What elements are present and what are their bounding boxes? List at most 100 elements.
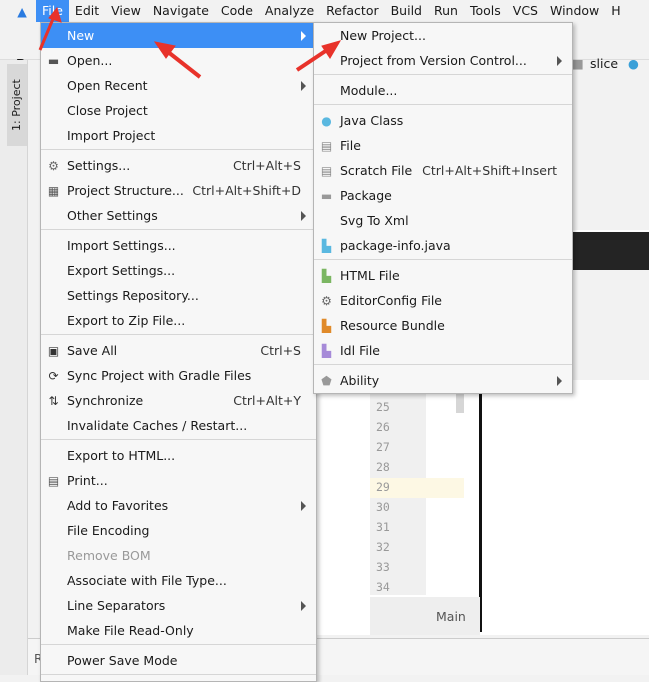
new-submenu: New Project... Project from Version Contr… bbox=[313, 22, 573, 394]
menu-item-ability[interactable]: ⬟ Ability bbox=[314, 368, 572, 393]
shortcut: Ctrl+Alt+Shift+Insert bbox=[422, 163, 557, 178]
menu-item-line-separators[interactable]: Line Separators bbox=[41, 593, 316, 618]
dark-panel bbox=[572, 230, 649, 270]
java-class-icon: ● bbox=[321, 113, 332, 128]
line-number: 28 bbox=[376, 460, 390, 474]
menu-run[interactable]: Run bbox=[428, 0, 464, 22]
submenu-arrow-icon bbox=[301, 210, 306, 221]
menu-view[interactable]: View bbox=[105, 0, 147, 22]
menu-item-java-class[interactable]: ● Java Class bbox=[314, 108, 572, 133]
menu-file[interactable]: File bbox=[36, 0, 69, 22]
menu-item-editorconfig-file[interactable]: ⚙ EditorConfig File bbox=[314, 288, 572, 313]
submenu-arrow-icon bbox=[301, 30, 306, 41]
menu-build[interactable]: Build bbox=[385, 0, 428, 22]
menu-item-label: Idl File bbox=[340, 343, 380, 358]
menu-item-synchronize[interactable]: ⇅ Synchronize Ctrl+Alt+Y bbox=[41, 388, 316, 413]
package-icon: ▬ bbox=[320, 188, 333, 203]
menu-item-label: Open... bbox=[67, 53, 113, 68]
menu-vcs[interactable]: VCS bbox=[507, 0, 544, 22]
menu-item-open[interactable]: ▬ Open... bbox=[41, 48, 316, 73]
menu-item-add-to-favorites[interactable]: Add to Favorites bbox=[41, 493, 316, 518]
menu-item-resource-bundle[interactable]: ▙ Resource Bundle bbox=[314, 313, 572, 338]
menu-tools[interactable]: Tools bbox=[464, 0, 507, 22]
main-tab[interactable]: Main bbox=[436, 609, 466, 624]
project-tool-tab[interactable]: 1: Project bbox=[7, 64, 27, 146]
menu-item-package-info-java[interactable]: ▙ package-info.java bbox=[314, 233, 572, 258]
menu-item-label: Resource Bundle bbox=[340, 318, 445, 333]
menu-h[interactable]: H bbox=[605, 0, 626, 22]
menu-item-package[interactable]: ▬ Package bbox=[314, 183, 572, 208]
menu-item-project-structure[interactable]: ▦ Project Structure... Ctrl+Alt+Shift+D bbox=[41, 178, 316, 203]
menu-item-file-encoding[interactable]: File Encoding bbox=[41, 518, 316, 543]
menu-bar: ▲ File Edit View Navigate Code Analyze Refacto… bbox=[0, 0, 649, 22]
line-number: 34 bbox=[376, 580, 390, 594]
menu-item-sync-project-with-gradle-files[interactable]: ⟳ Sync Project with Gradle Files bbox=[41, 363, 316, 388]
menu-code[interactable]: Code bbox=[215, 0, 259, 22]
menu-item-label: Package bbox=[340, 188, 392, 203]
menu-item-settings[interactable]: ⚙ Settings... Ctrl+Alt+S bbox=[41, 153, 316, 178]
menu-item-file[interactable]: ▤ File bbox=[314, 133, 572, 158]
menu-item-idl-file[interactable]: ▙ Idl File bbox=[314, 338, 572, 363]
menu-item-scratch-file[interactable]: ▤ Scratch File Ctrl+Alt+Shift+Insert bbox=[314, 158, 572, 183]
menu-item-new-project[interactable]: New Project... bbox=[314, 23, 572, 48]
save-icon: ▣ bbox=[47, 343, 60, 358]
project-structure-icon: ▦ bbox=[47, 183, 60, 198]
sync-icon: ⟳ bbox=[48, 368, 59, 383]
menu-item-label: Export to HTML... bbox=[67, 448, 176, 463]
menu-item-label: Svg To Xml bbox=[340, 213, 409, 228]
menu-item-label: Java Class bbox=[340, 113, 404, 128]
line-number: 32 bbox=[376, 540, 390, 554]
gear-icon: ⚙ bbox=[48, 158, 59, 173]
menu-item-power-save-mode[interactable]: Power Save Mode bbox=[41, 648, 316, 673]
menu-item-print[interactable]: ▤ Print... bbox=[41, 468, 316, 493]
shortcut: Ctrl+S bbox=[260, 343, 301, 358]
menu-item-open-recent[interactable]: Open Recent bbox=[41, 73, 316, 98]
menu-item-label: Associate with File Type... bbox=[67, 573, 227, 588]
menu-refactor[interactable]: Refactor bbox=[320, 0, 384, 22]
editor-area[interactable] bbox=[316, 380, 649, 635]
menu-item-html-file[interactable]: ▙ HTML File bbox=[314, 263, 572, 288]
line-number: 25 bbox=[376, 400, 390, 414]
menu-item-export-settings[interactable]: Export Settings... bbox=[41, 258, 316, 283]
menu-item-label: Export Settings... bbox=[67, 263, 176, 278]
menu-item-label: Add to Favorites bbox=[67, 498, 169, 513]
menu-item-save-all[interactable]: ▣ Save All Ctrl+S bbox=[41, 338, 316, 363]
menu-item-svg-to-xml[interactable]: Svg To Xml bbox=[314, 208, 572, 233]
menu-item-export-to-zip-file[interactable]: Export to Zip File... bbox=[41, 308, 316, 333]
line-number: 30 bbox=[376, 500, 390, 514]
file-menu: New ▬ Open... Open Recent Close Project Impor… bbox=[40, 22, 317, 682]
menu-item-other-settings[interactable]: Other Settings bbox=[41, 203, 316, 228]
menu-item-make-file-read-only[interactable]: Make File Read-Only bbox=[41, 618, 316, 643]
line-number: 26 bbox=[376, 420, 390, 434]
menu-navigate[interactable]: Navigate bbox=[147, 0, 215, 22]
menu-item-import-project[interactable]: Import Project bbox=[41, 123, 316, 148]
menu-item-label: Other Settings bbox=[67, 208, 158, 223]
menu-item-label: Make File Read-Only bbox=[67, 623, 194, 638]
menu-item-new[interactable]: New bbox=[41, 23, 316, 48]
menu-item-label: Export to Zip File... bbox=[67, 313, 186, 328]
menu-window[interactable]: Window bbox=[544, 0, 605, 22]
ability-icon: ⬟ bbox=[321, 373, 332, 388]
menu-item-associate-with-file-type[interactable]: Associate with File Type... bbox=[41, 568, 316, 593]
menu-item-module[interactable]: Module... bbox=[314, 78, 572, 103]
menu-item-label: Ability bbox=[340, 373, 380, 388]
menu-item-import-settings[interactable]: Import Settings... bbox=[41, 233, 316, 258]
menu-item-label: Sync Project with Gradle Files bbox=[67, 368, 252, 383]
menu-item-label: Print... bbox=[67, 473, 108, 488]
menu-item-label: Power Save Mode bbox=[67, 653, 178, 668]
menu-item-label: New bbox=[67, 28, 95, 43]
menu-item-label: Module... bbox=[340, 83, 398, 98]
menu-item-project-from-version-control[interactable]: Project from Version Control... bbox=[314, 48, 572, 73]
menu-item-export-to-html[interactable]: Export to HTML... bbox=[41, 443, 316, 468]
menu-analyze[interactable]: Analyze bbox=[259, 0, 320, 22]
submenu-arrow-icon bbox=[301, 500, 306, 511]
breadcrumb-slice[interactable]: slice bbox=[590, 56, 618, 71]
app-logo-icon: ▲ bbox=[17, 3, 27, 19]
menu-item-invalidate-caches-restart[interactable]: Invalidate Caches / Restart... bbox=[41, 413, 316, 438]
menu-item-close-project[interactable]: Close Project bbox=[41, 98, 316, 123]
menu-item-label: Save All bbox=[67, 343, 118, 358]
menu-item-label: Import Project bbox=[67, 128, 156, 143]
menu-item-settings-repository[interactable]: Settings Repository... bbox=[41, 283, 316, 308]
menu-item-label: Settings... bbox=[67, 158, 131, 173]
menu-edit[interactable]: Edit bbox=[69, 0, 105, 22]
